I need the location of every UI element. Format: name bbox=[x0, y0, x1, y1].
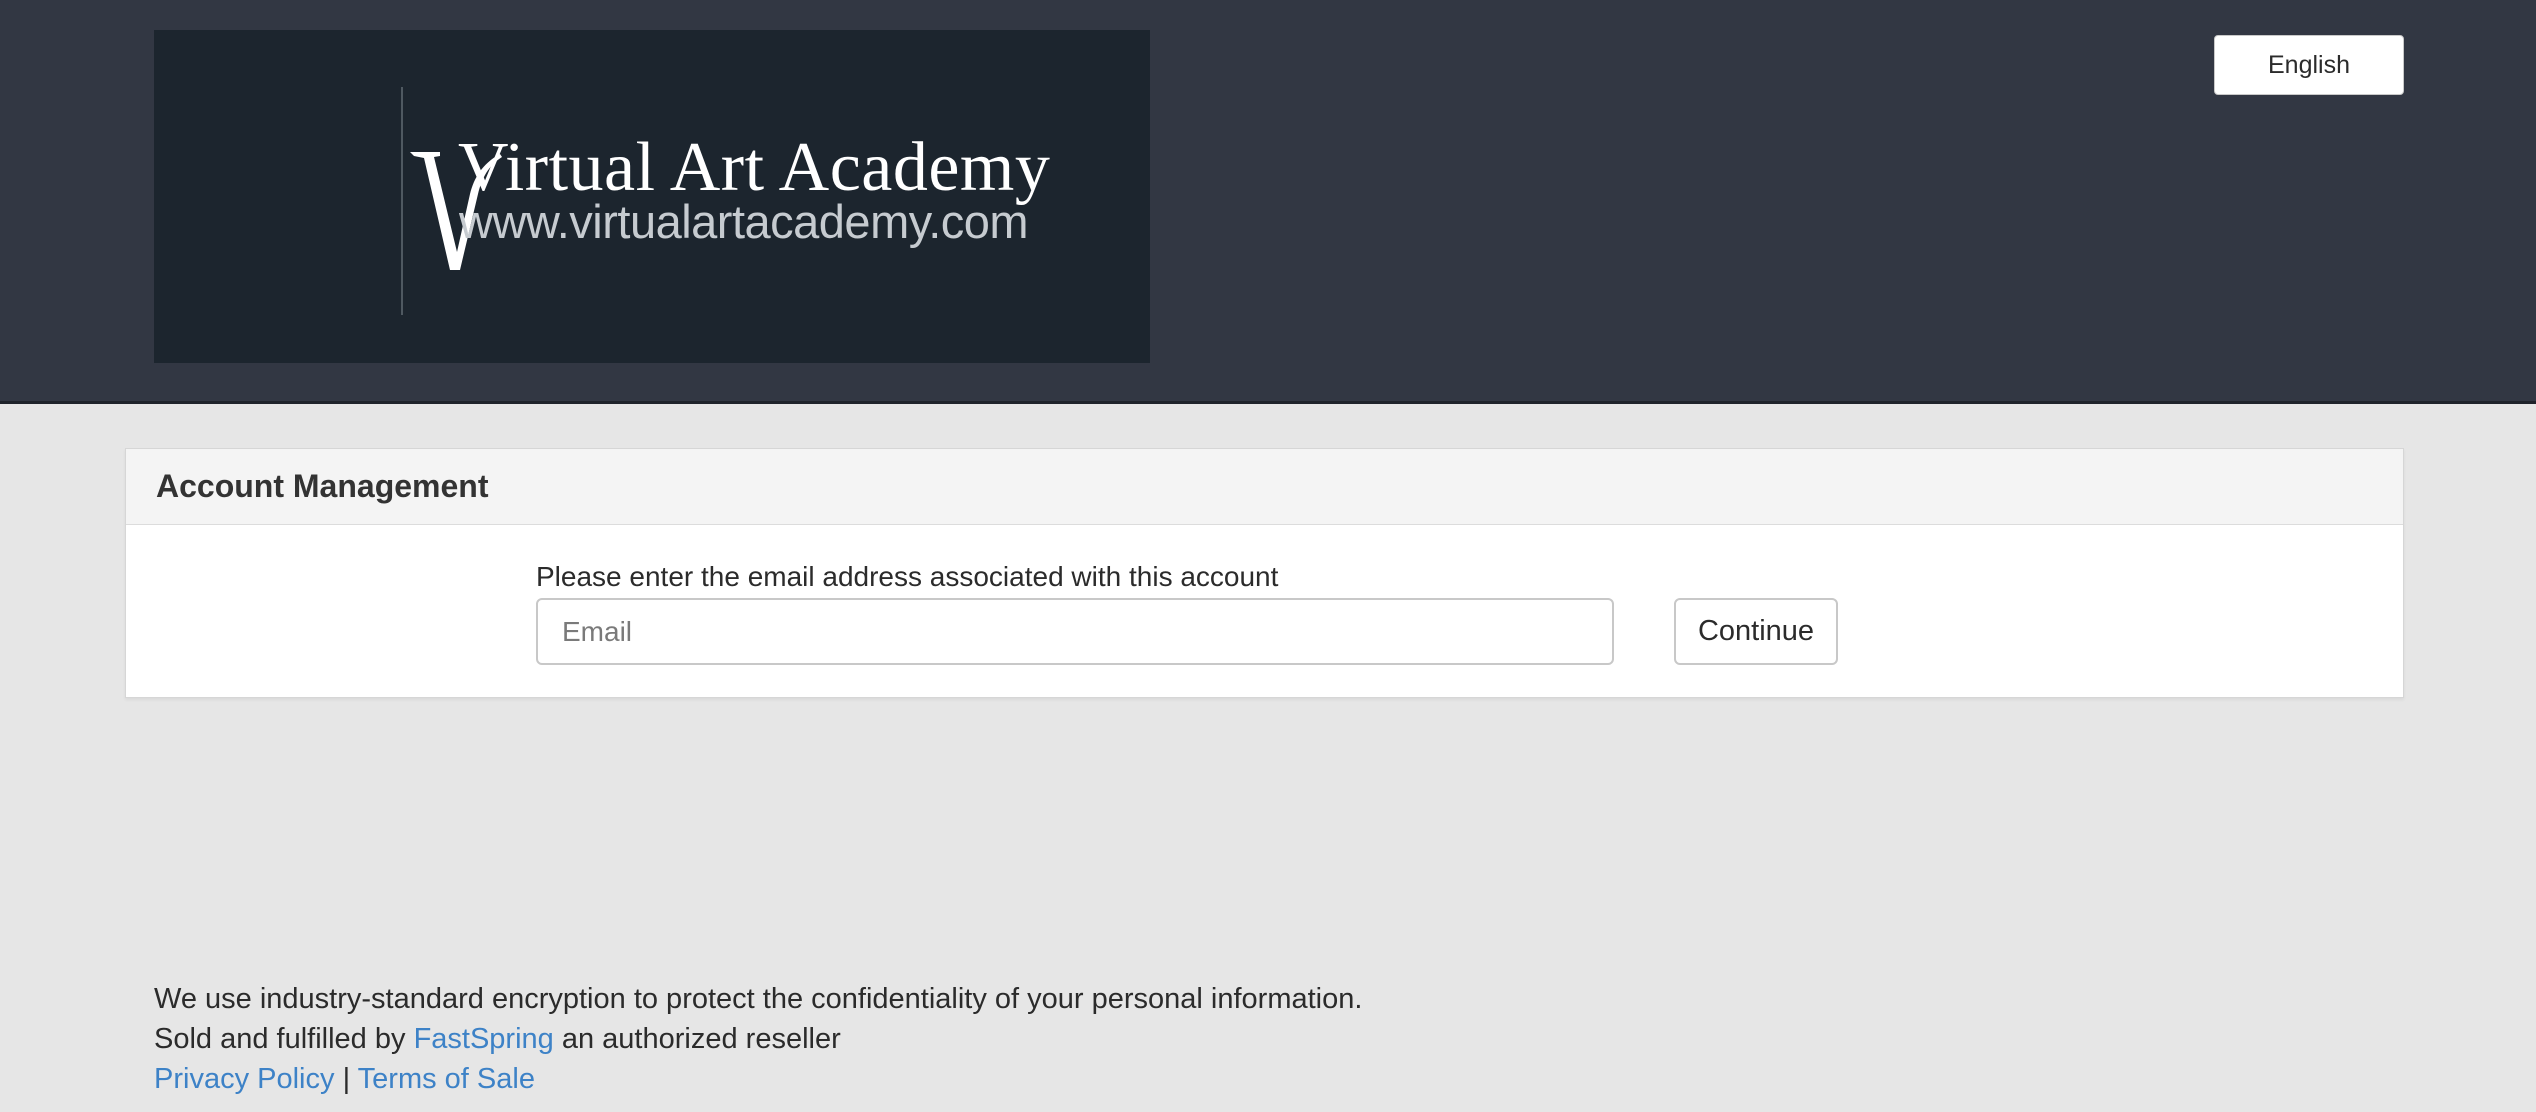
terms-of-sale-link[interactable]: Terms of Sale bbox=[358, 1063, 535, 1095]
sold-by-suffix: an authorized reseller bbox=[561, 1023, 841, 1055]
legal-links: Privacy Policy | Terms of Sale bbox=[154, 1059, 1362, 1099]
fastspring-link[interactable]: FastSpring bbox=[414, 1023, 554, 1055]
sold-by-prefix: Sold and fulfilled by bbox=[154, 1023, 406, 1055]
language-select-button[interactable]: English bbox=[2214, 35, 2404, 95]
account-management-panel: Account Management Please enter the emai… bbox=[125, 448, 2404, 698]
continue-button[interactable]: Continue bbox=[1674, 598, 1838, 665]
virtual-art-academy-logo: Virtual Art Academy www.virtualartacadem… bbox=[154, 30, 1150, 363]
logo-divider bbox=[401, 87, 403, 315]
site-header: Virtual Art Academy www.virtualartacadem… bbox=[0, 0, 2536, 404]
email-input[interactable] bbox=[536, 598, 1614, 665]
panel-title: Account Management bbox=[156, 468, 489, 504]
logo-url: www.virtualartacademy.com bbox=[459, 195, 1029, 248]
privacy-policy-link[interactable]: Privacy Policy bbox=[154, 1063, 335, 1095]
page-footer: We use industry-standard encryption to p… bbox=[154, 979, 1362, 1099]
email-label: Please enter the email address associate… bbox=[536, 561, 1279, 592]
encryption-note: We use industry-standard encryption to p… bbox=[154, 983, 1363, 1015]
reseller-line: Sold and fulfilled by FastSpring an auth… bbox=[154, 1019, 1362, 1059]
panel-header: Account Management bbox=[126, 449, 2403, 525]
link-separator: | bbox=[342, 1063, 351, 1095]
